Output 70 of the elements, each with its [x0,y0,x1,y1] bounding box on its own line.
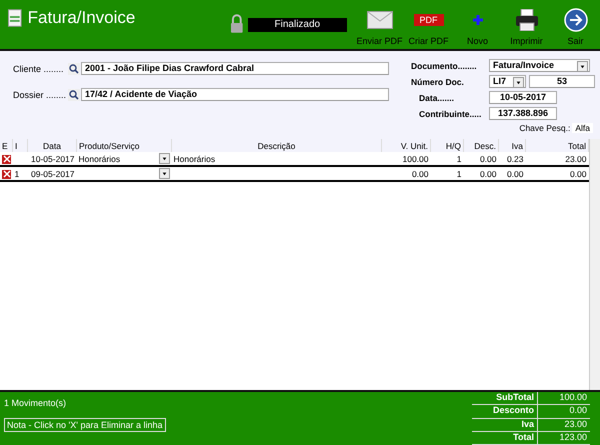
column-header: Total [526,139,588,152]
search-icon[interactable] [68,62,80,74]
total-value: 0.00 [537,405,590,418]
status-label: Finalizado [248,18,348,32]
table-row[interactable]: 10-05-2017 Honorários Honorários 100.00 1 0.00 0.23 23.00 [0,152,588,166]
total-value: 23.00 [537,418,590,431]
arrow-right-icon [564,8,588,32]
column-header: V. Unit. [382,139,430,152]
date-field[interactable]: 10-05-2017 [489,91,557,104]
field-label: Documento........ [411,60,478,70]
delete-icon[interactable] [2,170,11,179]
table-cell: 1 [12,166,28,181]
table-cell: 0.23 [498,152,526,166]
toolbar-button[interactable]: Enviar PDF [355,0,404,46]
toolbar-button[interactable]: PDF Criar PDF [404,0,454,46]
toolbar-button[interactable]: Imprimir [502,0,552,46]
toolbar-button[interactable]: Sair [551,0,600,46]
column-header: Data [28,139,76,152]
total-label: Total [512,432,535,444]
row-count: 1 Movimento(s) [4,398,66,408]
field-label: Número Doc. [411,76,465,86]
table-cell: 1 [430,166,464,181]
column-header: I [12,139,28,152]
search-label: Chave Pesq.: [519,123,570,133]
total-label: Desconto [492,405,535,418]
table-cell: Honorários [172,152,382,166]
search-field[interactable]: Alfa [572,123,593,133]
note-text: Nota - Click no 'X' para Eliminar a linha [4,418,166,432]
client-field[interactable]: 2001 - João Filipe Dias Crawford Cabral [81,62,389,75]
window-title: Fatura/Invoice [28,8,136,28]
field-label: Dossier ........ [13,90,68,100]
product-dropdown[interactable]: Honorários [78,153,170,164]
table-row[interactable]: 1 09-05-2017 0.00 1 0.00 0.00 0.00 [0,166,588,181]
document-icon [8,9,22,27]
total-label: Iva [520,418,535,430]
series-dropdown[interactable]: LI7 [489,75,526,88]
table-cell: 0.00 [464,152,498,166]
document-dropdown[interactable]: Fatura/Invoice [489,59,590,72]
plus-icon [472,15,483,25]
scrollbar[interactable] [589,139,600,390]
toolbar-button[interactable]: Novo [453,0,502,46]
table-cell: 0.00 [382,166,430,181]
field-label: Data....... [419,92,455,102]
table-cell: 10-05-2017 [28,152,76,166]
table-cell: 1 [430,152,464,166]
field-label: Cliente ........ [13,64,65,74]
envelope-icon [366,11,393,29]
column-header: Desc. [464,139,498,152]
field-label: Contribuinte..... [419,108,482,118]
column-header: Iva [498,139,526,152]
pdf-icon: PDF [414,14,444,26]
search-icon[interactable] [68,88,80,100]
table-cell: 100.00 [382,152,430,166]
column-header: Produto/Serviço [76,139,172,152]
column-header: E [0,139,12,152]
total-value: 100.00 [537,392,590,404]
number-field[interactable]: 53 [529,75,595,88]
delete-icon[interactable] [2,154,11,164]
printer-icon [514,9,539,31]
tax-number-field[interactable]: 137.388.896 [489,107,557,120]
table-cell: 0.00 [498,166,526,181]
column-header: Descrição [172,139,382,152]
column-header: H/Q [430,139,464,152]
table-cell: 0.00 [526,166,588,181]
table-cell: 0.00 [464,166,498,181]
total-value: 123.00 [537,432,590,444]
table-cell: 09-05-2017 [28,166,76,181]
padlock-icon [230,14,244,34]
dossier-field[interactable]: 17/42 / Acidente de Viação [81,88,389,101]
total-label: SubTotal [495,392,535,404]
